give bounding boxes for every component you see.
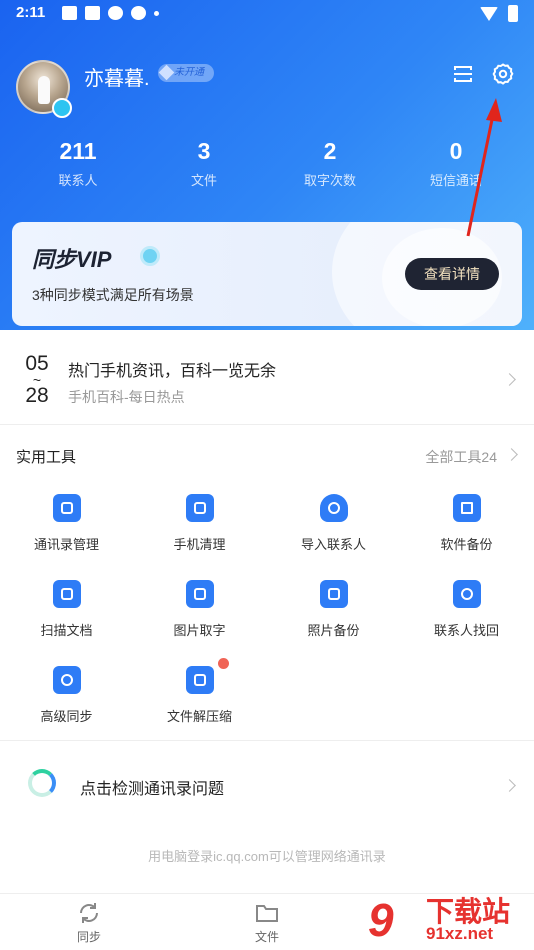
tool-contact-recover[interactable]: 联系人找回 [400,580,533,639]
scan-document-icon [52,580,81,608]
avatar-photo [38,76,50,104]
vip-status-badge[interactable]: 未开通 [158,64,214,82]
tool-app-backup[interactable]: 软件备份 [400,494,533,553]
detect-contacts-row[interactable]: 点击检测通讯录问题 [0,740,534,830]
import-contact-icon [319,494,348,522]
tool-scan-document[interactable]: 扫描文档 [0,580,133,639]
vip-card-subtitle: 3种同步模式满足所有场景 [32,287,194,303]
vip-icon [140,246,160,266]
date-separator: ~ [32,372,42,388]
vip-status-text: 未开通 [174,67,204,78]
watermark-url: 91xz.net [426,924,494,943]
status-notification-icons [62,6,159,20]
phone-clean-icon [185,494,214,522]
tool-advanced-sync[interactable]: 高级同步 [0,666,133,725]
stat-value: 3 [197,138,211,164]
site-watermark: 9 下载站 91xz.net [360,888,534,950]
tab-label: 同步 [76,930,101,944]
diamond-icon [158,64,175,81]
tools-title: 实用工具 [16,449,77,466]
contact-book-icon [52,494,81,522]
image-text-icon [185,580,214,608]
tool-label: 图片取字 [173,623,226,638]
news-day: 28 [25,384,49,407]
stat-label: 联系人 [58,173,98,188]
stat-label: 文件 [190,173,217,188]
app-notification-icon [131,6,146,20]
sync-icon [80,903,98,923]
tab-files[interactable]: 文件 [227,900,307,945]
tool-label: 通讯录管理 [33,537,99,552]
tool-label: 文件解压缩 [166,709,232,724]
tool-photo-backup[interactable]: 照片备份 [267,580,400,639]
tool-image-text[interactable]: 图片取字 [133,580,266,639]
wifi-icon [480,6,498,21]
stat-value: 0 [449,138,463,164]
news-subtitle: 手机百科-每日热点 [68,389,185,405]
photo-backup-icon [319,580,348,608]
app-notification-icon [85,6,100,20]
tool-label: 扫描文档 [40,623,93,638]
chevron-right-icon [503,373,516,386]
news-date: 05 ~ 28 [22,351,52,409]
status-system-icons [480,5,518,22]
tool-contact-management[interactable]: 通讯录管理 [0,494,133,553]
chevron-right-icon [505,448,518,461]
tool-label: 联系人找回 [433,623,499,638]
settings-gear-icon[interactable] [491,62,515,86]
stat-text-extraction[interactable]: 2 取字次数 [270,138,390,189]
tab-label: 文件 [254,930,279,944]
tool-label: 导入联系人 [300,537,366,552]
stat-value: 2 [323,138,337,164]
folder-icon [256,905,278,922]
advanced-sync-icon [52,666,81,694]
watermark-logo: 9 [368,894,394,946]
tab-sync[interactable]: 同步 [49,900,129,945]
tool-import-contacts[interactable]: 导入联系人 [267,494,400,553]
qq-badge-icon [52,98,72,118]
scan-icon[interactable] [451,62,475,86]
tool-label: 手机清理 [173,537,226,552]
news-item[interactable]: 05 ~ 28 热门手机资讯，百科一览无余 手机百科-每日热点 [0,335,534,425]
status-time: 2:11 [16,4,46,21]
profile-header: 2:11 亦暮暮. 未开通 211 联系人 3 文件 2 取字次数 0 短信通话… [0,0,534,330]
detect-label: 点击检测通讯录问题 [80,781,225,798]
news-title: 热门手机资讯，百科一览无余 [68,363,277,380]
mail-icon [62,6,77,20]
stat-contacts[interactable]: 211 联系人 [18,138,138,189]
view-details-button[interactable]: 查看详情 [405,258,499,290]
vip-card-title: 同步VIP [32,247,112,272]
app-notification-icon [108,6,123,20]
username[interactable]: 亦暮暮. [84,62,150,91]
tool-label: 高级同步 [40,709,93,724]
tool-label: 软件备份 [440,537,493,552]
stat-label: 取字次数 [303,173,356,188]
sync-vip-card[interactable]: 同步VIP 3种同步模式满足所有场景 查看详情 [12,222,522,326]
tool-phone-clean[interactable]: 手机清理 [133,494,266,553]
stat-value: 211 [59,138,97,164]
footer-note: 用电脑登录ic.qq.com可以管理网络通讯录 [148,849,386,864]
tools-header: 实用工具 全部工具24 [0,440,534,470]
stat-files[interactable]: 3 文件 [144,138,264,189]
stat-label: 短信通话 [429,173,482,188]
all-tools-link[interactable]: 全部工具24 [425,447,497,467]
contact-recover-icon [452,580,481,608]
file-unzip-icon [185,666,214,694]
app-backup-icon [452,494,481,522]
stats-row: 211 联系人 3 文件 2 取字次数 0 短信通话 [0,138,534,198]
loading-ring-icon [28,769,56,797]
tool-file-unzip[interactable]: 文件解压缩 [133,666,266,725]
chevron-right-icon [503,779,516,792]
battery-icon [508,5,518,22]
tool-label: 照片备份 [307,623,360,638]
more-notifications-dot [154,10,159,16]
status-bar: 2:11 [0,0,534,28]
stat-sms-calls[interactable]: 0 短信通话 [396,138,516,189]
new-badge-dot [218,658,229,669]
